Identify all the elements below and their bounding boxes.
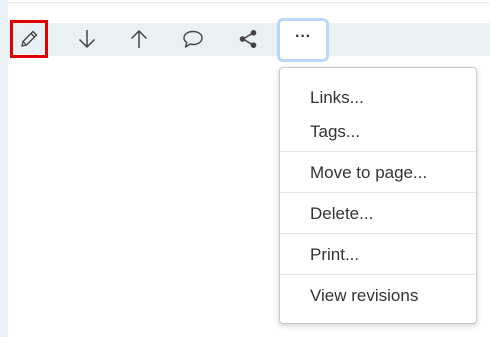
top-divider — [8, 2, 490, 3]
ellipsis-icon: ··· — [295, 28, 311, 45]
arrow-up-icon — [130, 30, 148, 48]
move-down-button[interactable] — [68, 20, 106, 58]
share-button[interactable] — [229, 20, 267, 58]
menu-divider — [280, 233, 476, 234]
more-options-button[interactable]: ··· — [277, 18, 329, 62]
arrow-down-icon — [78, 30, 96, 48]
pencil-icon — [21, 30, 38, 47]
menu-item-delete[interactable]: Delete... — [310, 204, 373, 224]
menu-item-links[interactable]: Links... — [310, 88, 364, 108]
menu-divider — [280, 192, 476, 193]
share-icon — [239, 30, 257, 48]
menu-item-view-revisions[interactable]: View revisions — [310, 286, 418, 306]
edit-button[interactable] — [10, 20, 48, 58]
menu-divider — [280, 274, 476, 275]
comment-button[interactable] — [174, 20, 212, 58]
menu-divider — [280, 151, 476, 152]
menu-item-tags[interactable]: Tags... — [310, 122, 360, 142]
menu-item-move-to-page[interactable]: Move to page... — [310, 163, 427, 183]
more-options-menu: Links... Tags... Move to page... Delete.… — [279, 67, 477, 324]
menu-item-print[interactable]: Print... — [310, 245, 359, 265]
speech-bubble-icon — [183, 30, 203, 48]
move-up-button[interactable] — [120, 20, 158, 58]
